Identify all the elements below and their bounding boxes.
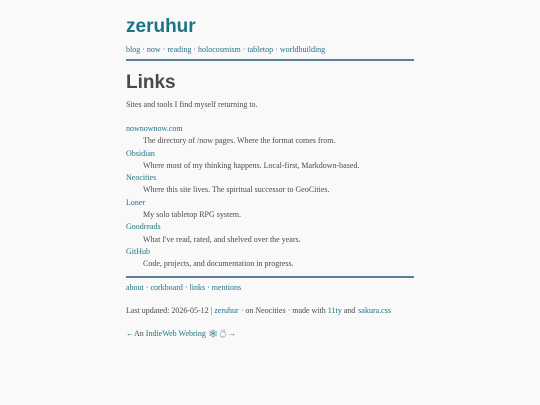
footer-link-about[interactable]: about bbox=[126, 283, 144, 292]
webring-random-icon[interactable]: 🕸💍 bbox=[208, 329, 228, 338]
eleventy-link[interactable]: 11ty bbox=[328, 306, 342, 315]
link-nownownow[interactable]: nownownow.com bbox=[126, 124, 183, 133]
footer-divider bbox=[126, 276, 414, 278]
nav-link-blog[interactable]: blog bbox=[126, 45, 140, 54]
link-neocities[interactable]: Neocities bbox=[126, 173, 156, 182]
footer-link-mentions[interactable]: mentions bbox=[212, 283, 241, 292]
nav-link-holocosmism[interactable]: holocosmism bbox=[198, 45, 241, 54]
nav-separator: · bbox=[184, 283, 188, 292]
nav-link-tabletop[interactable]: tabletop bbox=[247, 45, 273, 54]
page-intro: Sites and tools I find myself returning … bbox=[126, 100, 258, 109]
header-divider bbox=[126, 59, 414, 61]
nav-separator: · bbox=[275, 45, 278, 54]
nav-link-worldbuilding[interactable]: worldbuilding bbox=[280, 45, 325, 54]
link-description: What I've read, rated, and shelved over … bbox=[143, 234, 301, 244]
webring-next-link[interactable]: → bbox=[228, 329, 236, 338]
link-goodreads[interactable]: Goodreads bbox=[126, 222, 161, 231]
host-text: · on Neocities · made with bbox=[240, 306, 326, 315]
link-term: Goodreads bbox=[126, 221, 414, 233]
link-description: Where most of my thinking happens. Local… bbox=[143, 160, 360, 170]
link-obsidian[interactable]: Obsidian bbox=[126, 149, 155, 158]
link-term: Loner bbox=[126, 197, 414, 209]
nav-separator: · bbox=[207, 283, 210, 292]
and-text: and bbox=[343, 306, 356, 315]
webring-name-link[interactable]: IndieWeb Webring bbox=[146, 329, 206, 338]
webring: ←An IndieWeb Webring 🕸💍→ bbox=[126, 329, 236, 338]
nav-link-now[interactable]: now bbox=[147, 45, 161, 54]
nav-separator: · bbox=[142, 45, 145, 54]
link-term: Obsidian bbox=[126, 148, 414, 160]
links-list: nownownow.com The directory of /now page… bbox=[126, 123, 414, 271]
link-term: nownownow.com bbox=[126, 123, 414, 135]
webring-prev-link[interactable]: ← bbox=[126, 329, 134, 338]
link-loner[interactable]: Loner bbox=[126, 198, 145, 207]
link-description: Code, projects, and documentation in pro… bbox=[143, 259, 294, 269]
link-description: My solo tabletop RPG system. bbox=[143, 210, 242, 220]
link-github[interactable]: GitHub bbox=[126, 247, 150, 256]
link-term: Neocities bbox=[126, 172, 414, 184]
author-link[interactable]: zeruhur bbox=[214, 306, 238, 315]
last-updated-text: Last updated: 2026-05-12 | bbox=[126, 306, 213, 315]
nav-separator: · bbox=[145, 283, 149, 292]
sakura-css-link[interactable]: sakura.css bbox=[358, 306, 391, 315]
page-title: Links bbox=[126, 72, 176, 93]
webring-text: An bbox=[134, 329, 144, 338]
nav-separator: · bbox=[242, 45, 246, 54]
main-nav: blog · now · reading · holocosmism · tab… bbox=[126, 45, 325, 54]
footer-nav: about · corkboard · links · mentions bbox=[126, 283, 241, 292]
nav-separator: · bbox=[162, 45, 166, 54]
nav-separator: · bbox=[193, 45, 197, 54]
nav-link-reading[interactable]: reading bbox=[167, 45, 191, 54]
last-updated-line: Last updated: 2026-05-12 | zeruhur · on … bbox=[126, 306, 391, 315]
site-title-link[interactable]: zeruhur bbox=[126, 16, 196, 38]
link-description: Where this site lives. The spiritual suc… bbox=[143, 185, 330, 195]
link-description: The directory of /now pages. Where the f… bbox=[143, 136, 336, 146]
footer-link-corkboard[interactable]: corkboard bbox=[150, 283, 182, 292]
link-term: GitHub bbox=[126, 246, 414, 258]
footer-link-links[interactable]: links bbox=[190, 283, 206, 292]
